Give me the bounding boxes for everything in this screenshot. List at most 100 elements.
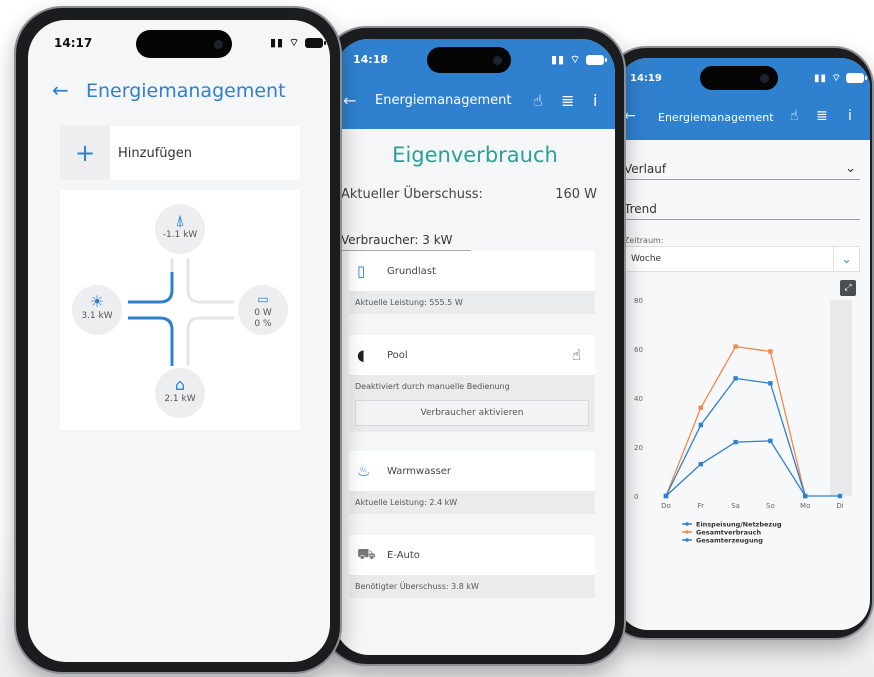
- dropdown-verlauf[interactable]: Verlauf ⌄: [624, 161, 860, 180]
- add-label: Hinzufügen: [118, 145, 192, 161]
- duck-icon: ◖: [357, 346, 365, 364]
- consumer-card-e-auto[interactable]: ⛟ E-Auto Benötigter Überschuss: 3.8 kW: [349, 535, 595, 598]
- data-point[interactable]: [733, 376, 738, 381]
- consumer-card-grundlast[interactable]: ▯ Grundlast Aktuelle Leistung: 555.5 W: [349, 251, 595, 314]
- consumer-detail: Benötigter Überschuss: 3.8 kW: [355, 582, 479, 591]
- solar-value: 3.1 kW: [81, 311, 113, 321]
- series-line: [665, 377, 806, 497]
- chevron-down-icon[interactable]: ⌄: [833, 247, 859, 271]
- back-arrow-icon[interactable]: ←: [52, 78, 69, 102]
- legend-marker: [685, 538, 689, 542]
- dropdown-trend-label: Trend: [624, 202, 657, 216]
- consumer-name: Warmwasser: [387, 465, 452, 477]
- legend-marker: [685, 530, 689, 534]
- grid-value: -1.1 kW: [162, 230, 198, 240]
- power-pylon-icon: ⍋: [175, 211, 185, 230]
- consumer-card-pool[interactable]: ◖ Pool ☝ Deaktiviert durch manuelle Bedien…: [349, 335, 595, 432]
- y-tick-label: 80: [634, 297, 643, 305]
- x-tick-label: Di: [836, 502, 843, 510]
- chart-scrollbar[interactable]: [830, 300, 852, 496]
- consumers-label: Verbraucher: 3 kW: [341, 233, 471, 251]
- app-title: Energiemanagement: [658, 111, 774, 124]
- period-select[interactable]: Woche ⌄: [624, 246, 860, 272]
- activate-consumer-button[interactable]: Verbraucher aktivieren: [355, 400, 589, 426]
- battery-percent: 0 %: [254, 319, 272, 329]
- info-icon[interactable]: i: [848, 108, 852, 124]
- menu-lines-icon[interactable]: ≣: [816, 108, 828, 124]
- surplus-label: Aktueller Überschuss:: [341, 187, 483, 202]
- data-point[interactable]: [698, 461, 703, 467]
- data-point[interactable]: [733, 439, 738, 445]
- battery-icon: ▭: [257, 292, 269, 306]
- status-time: 14:18: [353, 53, 389, 66]
- x-tick-label: Mo: [800, 502, 810, 510]
- x-tick-label: Sa: [731, 502, 740, 510]
- data-point[interactable]: [663, 493, 669, 499]
- consumer-name: Pool: [387, 349, 408, 361]
- data-point[interactable]: [698, 422, 703, 428]
- data-point[interactable]: [837, 493, 843, 499]
- home-value: 2.1 kW: [164, 394, 196, 404]
- grid-node[interactable]: ⍋ -1.1 kW: [155, 204, 205, 254]
- legend-label: Einspeisung/Netzbezug: [696, 521, 782, 529]
- series-line: [665, 345, 806, 497]
- line-chart: 0 20 40 60 80 Do Fr Sa So Mo Di Einspeisung/Netzb…: [634, 297, 852, 545]
- hand-pointer-icon[interactable]: ☝: [533, 91, 543, 110]
- legend-marker: [685, 522, 689, 526]
- period-label: Zeitraum:: [624, 236, 664, 245]
- menu-lines-icon[interactable]: ≣: [561, 91, 574, 110]
- hand-pointer-icon[interactable]: ☝: [572, 346, 581, 364]
- status-icons: ▮▮ ⌔: [270, 36, 327, 50]
- dynamic-island: [136, 30, 232, 58]
- car-icon: ⛟: [357, 545, 376, 563]
- back-arrow-icon[interactable]: ←: [343, 91, 356, 110]
- data-point[interactable]: [768, 381, 773, 386]
- solar-panel-icon: ☀: [89, 292, 105, 311]
- y-tick-label: 40: [634, 395, 643, 403]
- screen-chart: ← Energiemanagement ☝ ≣ i 14:19 ▮▮ ⌔ Ver…: [618, 58, 870, 630]
- battery-status-icon: [586, 55, 608, 65]
- consumer-card-warmwasser[interactable]: ♨ Warmwasser Aktuelle Leistung: 2.4 kW: [349, 451, 595, 514]
- consumer-detail: Aktuelle Leistung: 555.5 W: [355, 298, 463, 307]
- dropdown-trend[interactable]: Trend: [624, 202, 860, 220]
- data-point[interactable]: [768, 438, 773, 444]
- phone-consumers-view: ← Energiemanagement ☝ ≣ i 14:18 ▮▮ ⌔ Eig…: [322, 26, 626, 666]
- info-icon[interactable]: i: [593, 91, 597, 110]
- x-tick-label: Fr: [698, 502, 705, 510]
- status-icons: ▮▮ ⌔: [551, 53, 608, 67]
- page-title: Energiemanagement: [86, 80, 286, 102]
- y-tick-label: 0: [634, 493, 638, 501]
- status-time: 14:19: [630, 73, 662, 84]
- hand-pointer-icon[interactable]: ☝: [790, 108, 799, 124]
- house-icon: ⌂: [174, 375, 186, 394]
- phone-chart-view: ← Energiemanagement ☝ ≣ i 14:19 ▮▮ ⌔ Ver…: [606, 46, 874, 640]
- data-point[interactable]: [698, 405, 703, 410]
- data-point[interactable]: [733, 344, 738, 349]
- period-value: Woche: [631, 254, 662, 264]
- battery-status-icon: [305, 38, 327, 48]
- legend-label: Gesamtverbrauch: [696, 529, 761, 537]
- page-title: Eigenverbrauch: [392, 143, 558, 167]
- status-time: 14:17: [54, 36, 93, 50]
- bathtub-icon: ♨: [357, 462, 371, 480]
- surplus-row: Aktueller Überschuss: 160 W: [341, 187, 597, 202]
- home-node[interactable]: ⌂ 2.1 kW: [155, 368, 205, 418]
- consumer-name: E-Auto: [387, 549, 420, 561]
- phone-energy-flow-view: 14:17 ▮▮ ⌔ ← Energiemanagement + Hinzufü…: [14, 6, 342, 674]
- legend-label: Gesamterzeugung: [696, 537, 763, 545]
- screen-energy-flow: 14:17 ▮▮ ⌔ ← Energiemanagement + Hinzufü…: [28, 20, 330, 662]
- energy-flow-diagram: ⍋ -1.1 kW ☀ 3.1 kW ▭ 0 W 0 % ⌂ 2.1 kW: [60, 190, 300, 430]
- app-title: Energiemanagement: [375, 93, 512, 108]
- data-point[interactable]: [768, 349, 773, 354]
- solar-node[interactable]: ☀ 3.1 kW: [72, 285, 122, 335]
- battery-value: 0 W: [254, 308, 272, 318]
- x-tick-label: Do: [661, 502, 671, 510]
- add-button[interactable]: + Hinzufügen: [60, 126, 300, 180]
- surplus-value: 160 W: [555, 187, 597, 202]
- battery-status-icon: [846, 73, 868, 83]
- data-point[interactable]: [803, 493, 808, 499]
- consumer-detail: Deaktiviert durch manuelle Bedienung: [355, 382, 510, 391]
- chevron-down-icon: ⌄: [845, 161, 856, 176]
- consumer-name: Grundlast: [387, 265, 436, 277]
- battery-node[interactable]: ▭ 0 W 0 %: [238, 285, 288, 335]
